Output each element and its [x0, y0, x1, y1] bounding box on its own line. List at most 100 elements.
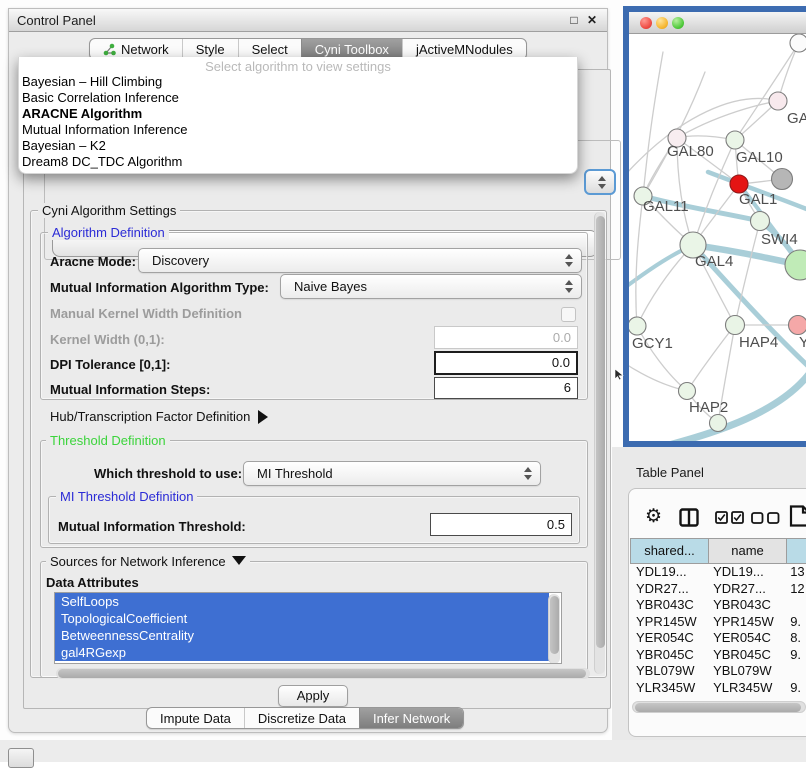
gear-icon[interactable]: ⚙ — [645, 507, 662, 526]
sources-title-label: Sources for Network Inference — [50, 554, 226, 569]
tab-select[interactable]: Select — [238, 39, 301, 59]
bottom-tab-infer-network[interactable]: Infer Network — [359, 708, 463, 728]
data-attribute-item[interactable]: SelfLoops — [55, 593, 549, 610]
data-attribute-item[interactable]: gal4RGexp — [55, 644, 549, 661]
network-window[interactable]: GALGAL80GAL10GAL1GAL11SWI4GAL4GCY1HAP4YH… — [623, 6, 806, 447]
network-window-titlebar[interactable] — [629, 12, 806, 34]
settings-horizontal-scrollbar-thumb[interactable] — [58, 669, 586, 678]
mi-algorithm-type-value: Naive Bayes — [294, 279, 367, 294]
network-graph[interactable]: GALGAL80GAL10GAL1GAL11SWI4GAL4GCY1HAP4YH… — [629, 34, 806, 441]
mi-steps-field[interactable]: 6 — [434, 377, 578, 399]
bottom-tab-label: Impute Data — [160, 708, 231, 729]
mi-algorithm-type-combobox[interactable]: Naive Bayes — [280, 274, 582, 299]
network-node-label: HAP2 — [689, 399, 728, 416]
document-icon[interactable] — [789, 505, 806, 527]
network-node[interactable] — [790, 34, 806, 52]
tab-jactivemnodules[interactable]: jActiveMNodules — [402, 39, 526, 59]
collapse-down-icon[interactable] — [232, 556, 246, 565]
restore-panel-button[interactable] — [8, 748, 34, 768]
algorithm-option[interactable]: Dream8 DC_TDC Algorithm — [19, 154, 577, 170]
settings-vertical-scrollbar[interactable] — [594, 212, 605, 674]
network-node-y[interactable] — [789, 316, 806, 335]
table-row[interactable]: YDR27...YDR27...12 — [630, 581, 806, 598]
network-node-hap4[interactable] — [726, 316, 745, 335]
network-edge[interactable] — [643, 52, 663, 196]
column-header-partial[interactable] — [786, 538, 806, 564]
data-attribute-item[interactable]: TopologicalCoefficient — [55, 610, 549, 627]
network-node-swi4[interactable] — [751, 212, 770, 231]
network-edge[interactable] — [735, 221, 760, 325]
algorithm-option[interactable]: Basic Correlation Inference — [19, 90, 577, 106]
network-node[interactable] — [710, 415, 727, 432]
float-panel-icon[interactable]: □ — [567, 13, 581, 27]
sources-title[interactable]: Sources for Network Inference — [46, 554, 250, 569]
algorithm-dropdown-popup: Select algorithm to view settings Bayesi… — [18, 57, 578, 174]
table-horizontal-scrollbar-thumb[interactable] — [635, 703, 801, 712]
table-row[interactable]: YLR345WYLR345W9. — [630, 680, 806, 697]
algorithm-option[interactable]: Mutual Information Inference — [19, 122, 577, 138]
dpi-tolerance-field[interactable]: 0.0 — [434, 351, 578, 375]
network-edge[interactable] — [629, 364, 687, 391]
data-attribute-item[interactable]: BetweennessCentrality — [55, 627, 549, 644]
network-edge[interactable] — [687, 325, 735, 391]
table-row[interactable]: YBR045CYBR045C9. — [630, 647, 806, 664]
table-cell: YDR27... — [707, 581, 784, 598]
checked-boxes-icon[interactable] — [715, 511, 745, 524]
network-edge[interactable] — [636, 196, 643, 326]
close-panel-icon[interactable]: ✕ — [585, 13, 599, 27]
table-row[interactable]: YDL19...YDL19...13 — [630, 564, 806, 581]
bottom-tab-label: Discretize Data — [258, 708, 346, 729]
close-window-icon[interactable] — [640, 17, 652, 29]
columns-icon[interactable] — [679, 508, 699, 527]
network-node-gal10[interactable] — [726, 131, 744, 149]
network-node[interactable] — [785, 250, 806, 280]
network-node-gcy1[interactable] — [629, 317, 646, 335]
attributes-scrollbar[interactable] — [548, 594, 560, 664]
network-node[interactable] — [772, 169, 793, 190]
table-row[interactable]: YPR145WYPR145W9. — [630, 614, 806, 631]
column-header-shared-name[interactable]: shared... — [630, 538, 708, 564]
mi-threshold-field[interactable]: 0.5 — [430, 513, 572, 536]
minimize-window-icon[interactable] — [656, 17, 668, 29]
focused-combo-fragment[interactable] — [584, 169, 616, 195]
apply-button[interactable]: Apply — [278, 685, 348, 707]
table-cell: YBR045C — [630, 647, 707, 664]
tab-cyni-toolbox[interactable]: Cyni Toolbox — [301, 39, 402, 59]
algorithm-option[interactable]: Bayesian – K2 — [19, 138, 577, 154]
algorithm-option[interactable]: ARACNE Algorithm — [19, 106, 577, 122]
settings-vertical-scrollbar-thumb[interactable] — [596, 216, 605, 648]
table-row[interactable]: YIL052CYIL052C9 — [630, 696, 806, 698]
data-attributes-listbox[interactable]: SelfLoopsTopologicalCoefficientBetweenne… — [54, 592, 562, 664]
manual-kernel-width-checkbox[interactable] — [561, 307, 576, 322]
algorithm-option[interactable]: Bayesian – Hill Climbing — [19, 74, 577, 90]
hub-definition-toggle[interactable]: Hub/Transcription Factor Definition — [50, 409, 268, 424]
network-node-gal[interactable] — [769, 92, 787, 110]
aracne-mode-combobox[interactable]: Discovery — [138, 248, 582, 273]
table-rows: YDL19...YDL19...13YDR27...YDR27...12YBR0… — [630, 564, 806, 698]
tab-style[interactable]: Style — [182, 39, 238, 59]
network-node-label: GAL — [787, 110, 806, 127]
network-node-hap2[interactable] — [679, 383, 696, 400]
table-cell: YER054C — [707, 630, 784, 647]
unchecked-boxes-icon[interactable] — [751, 512, 781, 524]
network-node-label: GCY1 — [632, 335, 673, 352]
column-header-name[interactable]: name — [708, 538, 786, 564]
which-threshold-combobox[interactable]: MI Threshold — [243, 461, 541, 486]
network-edge[interactable] — [637, 245, 693, 326]
bottom-tab-impute-data[interactable]: Impute Data — [147, 708, 244, 728]
expand-right-icon[interactable] — [258, 410, 268, 424]
zoom-window-icon[interactable] — [672, 17, 684, 29]
network-canvas[interactable]: GALGAL80GAL10GAL1GAL11SWI4GAL4GCY1HAP4YH… — [629, 34, 806, 441]
bottom-tab-discretize-data[interactable]: Discretize Data — [244, 708, 359, 728]
kernel-width-field[interactable]: 0.0 — [434, 326, 578, 349]
which-threshold-value: MI Threshold — [257, 466, 333, 481]
table-row[interactable]: YBL079WYBL079W — [630, 663, 806, 680]
table-horizontal-scrollbar[interactable] — [632, 701, 806, 713]
control-panel-titlebar[interactable]: Control Panel □ ✕ — [9, 9, 607, 32]
attributes-scrollbar-thumb[interactable] — [550, 596, 559, 654]
table-cell: YBR043C — [630, 597, 707, 614]
settings-horizontal-scrollbar[interactable] — [56, 668, 590, 679]
table-row[interactable]: YBR043CYBR043C — [630, 597, 806, 614]
table-row[interactable]: YER054CYER054C8. — [630, 630, 806, 647]
tab-network[interactable]: Network — [90, 39, 182, 59]
